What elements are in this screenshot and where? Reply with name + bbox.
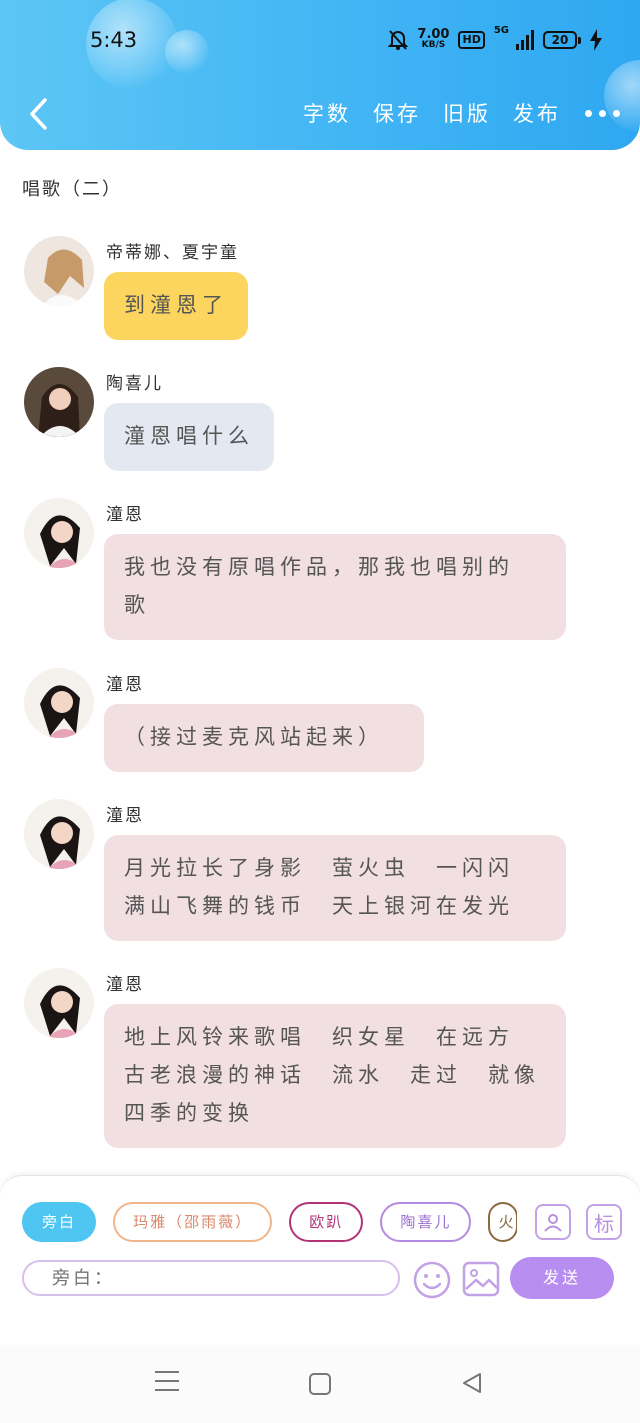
person-card-icon [544, 1214, 562, 1232]
avatar[interactable] [24, 367, 94, 437]
sender-name: 潼恩 [106, 806, 144, 826]
role-chip-narrator[interactable]: 旁白 [22, 1202, 97, 1242]
charging-icon [590, 29, 602, 51]
more-icon[interactable] [585, 109, 620, 117]
chapter-title: 唱歌（二） [22, 179, 122, 200]
battery-icon: 20 [543, 31, 581, 49]
toolbar: 字数 保存 旧版 发布 [303, 98, 620, 128]
system-nav-bar [0, 1345, 640, 1423]
message-bubble[interactable]: 月光拉长了身影 萤火虫 一闪闪 满山飞舞的钱币 天上银河在发光 [104, 835, 566, 941]
mark-button[interactable]: 标 [586, 1204, 622, 1240]
header-bar: 5:43 7.00 KB/S HD 5G 20 字数 保存 旧版 发布 [0, 0, 640, 150]
chat-script-editor: 5:43 7.00 KB/S HD 5G 20 字数 保存 旧版 发布 唱歌（二）… [0, 0, 640, 1423]
message-bubble[interactable]: （接过麦克风站起来） [104, 704, 424, 772]
status-time: 5:43 [90, 28, 138, 52]
menu-icon[interactable] [155, 1371, 179, 1395]
publish-button[interactable]: 发布 [513, 98, 561, 128]
avatar[interactable] [24, 236, 94, 306]
message-bubble[interactable]: 到潼恩了 [104, 272, 248, 340]
composer-panel: 旁白 玛雅（邵雨薇） 欧趴 陶喜儿 火 标 发送 [0, 1175, 640, 1345]
role-chip-taoxier[interactable]: 陶喜儿 [380, 1202, 472, 1242]
hd-badge: HD [458, 31, 485, 49]
save-button[interactable]: 保存 [373, 98, 421, 128]
sender-name: 潼恩 [106, 675, 144, 695]
image-icon[interactable] [462, 1261, 500, 1297]
back-triangle-icon[interactable] [460, 1371, 484, 1395]
message-bubble[interactable]: 地上风铃来歌唱 织女星 在远方 古老浪漫的神话 流水 走过 就像 四季的变换 [104, 1004, 566, 1148]
message-input[interactable] [22, 1260, 400, 1296]
send-button[interactable]: 发送 [510, 1257, 614, 1299]
role-chip-oupa[interactable]: 欧趴 [289, 1202, 364, 1242]
status-icons: 7.00 KB/S HD 5G 20 [388, 26, 602, 54]
role-chip-maya[interactable]: 玛雅（邵雨薇） [113, 1202, 273, 1242]
message-bubble[interactable]: 我也没有原唱作品，那我也唱别的 歌 [104, 534, 566, 640]
net-speed: 7.00 KB/S [417, 27, 450, 50]
avatar[interactable] [24, 968, 94, 1038]
back-button[interactable] [18, 94, 58, 134]
role-chip-partial[interactable]: 火 [488, 1202, 517, 1242]
message-bubble[interactable]: 潼恩唱什么 [104, 403, 274, 471]
role-chips: 旁白 玛雅（邵雨薇） 欧趴 陶喜儿 火 [22, 1202, 517, 1242]
home-icon[interactable] [309, 1373, 331, 1395]
emoji-icon[interactable] [413, 1261, 451, 1299]
avatar[interactable] [24, 799, 94, 869]
old-version-button[interactable]: 旧版 [443, 98, 491, 128]
avatar[interactable] [24, 498, 94, 568]
avatar[interactable] [24, 668, 94, 738]
signal-icon [516, 30, 534, 50]
add-character-button[interactable] [535, 1204, 571, 1240]
chevron-left-icon [30, 98, 47, 130]
network-type: 5G [493, 25, 509, 36]
sender-name: 潼恩 [106, 505, 144, 525]
decor-bubble [165, 30, 209, 74]
sender-name: 陶喜儿 [106, 374, 163, 394]
mute-bell-icon [388, 30, 409, 50]
word-count-button[interactable]: 字数 [303, 98, 351, 128]
sender-name: 潼恩 [106, 975, 144, 995]
sender-name: 帝蒂娜、夏宇童 [106, 243, 239, 263]
